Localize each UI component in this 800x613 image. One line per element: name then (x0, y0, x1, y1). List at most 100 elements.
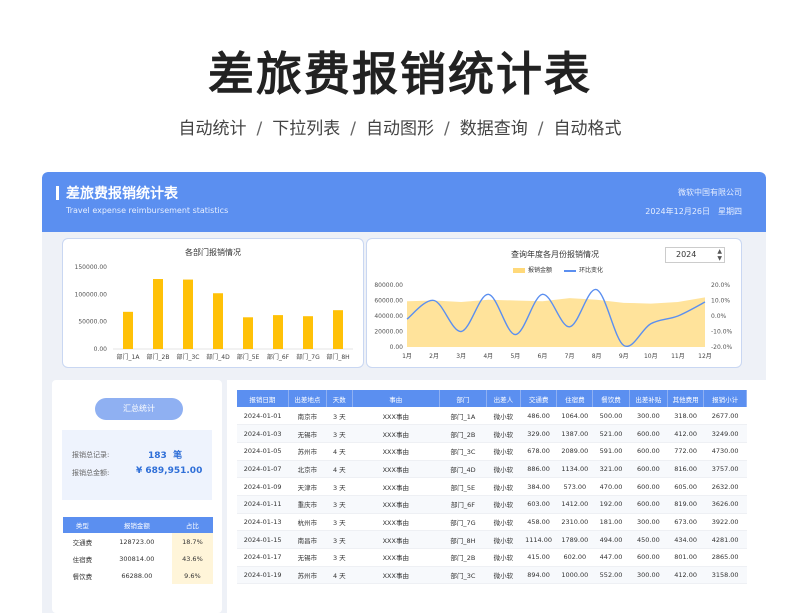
table-cell[interactable]: 苏州市 (288, 566, 327, 585)
table-cell[interactable]: 521.00 (592, 424, 630, 443)
table-cell[interactable]: 3922.00 (703, 513, 747, 532)
table-cell[interactable]: 573.00 (556, 477, 593, 496)
bar-mark[interactable] (303, 316, 313, 349)
table-cell[interactable]: XXX事由 (352, 513, 440, 532)
column-header[interactable]: 其他费用 (667, 390, 705, 407)
table-cell[interactable]: 2024-01-11 (237, 495, 289, 514)
table-cell[interactable]: 500.00 (592, 407, 630, 426)
table-cell[interactable]: 3626.00 (703, 495, 747, 514)
table-cell[interactable]: 1387.00 (556, 424, 593, 443)
table-cell[interactable]: 384.00 (520, 477, 557, 496)
table-cell[interactable]: 无锡市 (288, 548, 327, 567)
table-cell[interactable]: 住宿费 (63, 550, 102, 567)
column-header[interactable]: 出差地点 (288, 390, 328, 407)
table-cell[interactable]: 673.00 (667, 513, 704, 532)
column-header[interactable]: 报销小计 (703, 390, 747, 407)
table-cell[interactable]: 192.00 (592, 495, 630, 514)
table-cell[interactable]: 1134.00 (556, 460, 593, 479)
bar-mark[interactable] (153, 279, 163, 349)
table-cell[interactable]: 600.00 (629, 477, 668, 496)
table-cell[interactable]: XXX事由 (352, 548, 440, 567)
table-cell[interactable]: 部门_7G (439, 513, 487, 532)
table-cell[interactable]: 重庆市 (288, 495, 327, 514)
table-cell[interactable]: 600.00 (629, 460, 668, 479)
table-cell[interactable]: 3 天 (326, 548, 353, 567)
table-cell[interactable]: 1412.00 (556, 495, 593, 514)
table-cell[interactable]: 微小软 (486, 548, 521, 567)
table-cell[interactable]: 餐饮费 (63, 567, 102, 584)
table-cell[interactable]: 486.00 (520, 407, 557, 426)
table-cell[interactable]: 部门_3C (439, 566, 487, 585)
table-cell[interactable]: 678.00 (520, 442, 557, 461)
table-cell[interactable]: 2865.00 (703, 548, 747, 567)
table-cell[interactable]: 部门_2B (439, 424, 487, 443)
table-cell[interactable]: XXX事由 (352, 424, 440, 443)
table-cell[interactable]: 部门_1A (439, 407, 487, 426)
table-cell[interactable]: 苏州市 (288, 442, 327, 461)
table-cell[interactable]: 300.00 (629, 407, 668, 426)
table-cell[interactable]: 部门_2B (439, 548, 487, 567)
table-cell[interactable]: 微小软 (486, 530, 521, 549)
table-cell[interactable]: 434.00 (667, 530, 704, 549)
table-cell[interactable]: 4 天 (326, 566, 353, 585)
table-cell[interactable]: 无锡市 (288, 424, 327, 443)
area-series[interactable] (407, 297, 705, 347)
table-cell[interactable]: 447.00 (592, 548, 630, 567)
table-cell[interactable]: 2024-01-05 (237, 442, 289, 461)
table-cell[interactable]: 66288.00 (102, 567, 172, 584)
table-cell[interactable]: 微小软 (486, 442, 521, 461)
table-cell[interactable]: 4 天 (326, 460, 353, 479)
table-cell[interactable]: 300.00 (629, 566, 668, 585)
table-cell[interactable]: 微小软 (486, 407, 521, 426)
table-cell[interactable]: 2024-01-17 (237, 548, 289, 567)
table-cell[interactable]: 北京市 (288, 460, 327, 479)
table-cell[interactable]: 18.7% (171, 533, 213, 550)
table-cell[interactable]: 600.00 (629, 424, 668, 443)
table-cell[interactable]: 1000.00 (556, 566, 593, 585)
table-cell[interactable]: 3 天 (326, 495, 353, 514)
column-header[interactable]: 事由 (352, 390, 440, 407)
table-cell[interactable]: 412.00 (667, 566, 704, 585)
table-cell[interactable]: 微小软 (486, 566, 521, 585)
table-cell[interactable]: 494.00 (592, 530, 630, 549)
table-cell[interactable]: 300.00 (629, 513, 668, 532)
table-cell[interactable]: 603.00 (520, 495, 557, 514)
table-cell[interactable]: 2024-01-03 (237, 424, 289, 443)
table-cell[interactable]: 1789.00 (556, 530, 593, 549)
table-cell[interactable]: 部门_5E (439, 477, 487, 496)
column-header[interactable]: 出差补贴 (629, 390, 669, 407)
table-cell[interactable]: 3 天 (326, 477, 353, 496)
table-cell[interactable]: 2024-01-19 (237, 566, 289, 585)
table-cell[interactable]: 微小软 (486, 477, 521, 496)
table-cell[interactable]: 4 天 (326, 442, 353, 461)
table-cell[interactable]: 43.6% (171, 550, 213, 567)
table-cell[interactable]: 894.00 (520, 566, 557, 585)
summary-button[interactable]: 汇总统计 (95, 398, 183, 420)
table-cell[interactable]: 318.00 (667, 407, 704, 426)
table-cell[interactable]: 552.00 (592, 566, 630, 585)
table-cell[interactable]: 微小软 (486, 513, 521, 532)
table-cell[interactable]: XXX事由 (352, 442, 440, 461)
table-cell[interactable]: 801.00 (667, 548, 704, 567)
table-cell[interactable]: 4281.00 (703, 530, 747, 549)
bar-mark[interactable] (123, 311, 133, 349)
column-header[interactable]: 住宿费 (556, 390, 594, 407)
table-cell[interactable]: 886.00 (520, 460, 557, 479)
table-cell[interactable]: 2677.00 (703, 407, 747, 426)
table-cell[interactable]: 微小软 (486, 460, 521, 479)
table-cell[interactable]: 3 天 (326, 530, 353, 549)
table-cell[interactable]: 819.00 (667, 495, 704, 514)
table-cell[interactable]: 3249.00 (703, 424, 747, 443)
table-cell[interactable]: 181.00 (592, 513, 630, 532)
table-cell[interactable]: 1114.00 (520, 530, 557, 549)
table-cell[interactable]: 2024-01-15 (237, 530, 289, 549)
table-cell[interactable]: 2310.00 (556, 513, 593, 532)
table-cell[interactable]: 杭州市 (288, 513, 327, 532)
table-cell[interactable]: 3 天 (326, 424, 353, 443)
table-cell[interactable]: 交通费 (63, 533, 102, 550)
column-header[interactable]: 餐饮费 (592, 390, 630, 407)
table-cell[interactable]: 2024-01-09 (237, 477, 289, 496)
table-cell[interactable]: 9.6% (171, 567, 213, 584)
column-header[interactable]: 出差人 (486, 390, 521, 407)
bar-mark[interactable] (183, 279, 193, 349)
